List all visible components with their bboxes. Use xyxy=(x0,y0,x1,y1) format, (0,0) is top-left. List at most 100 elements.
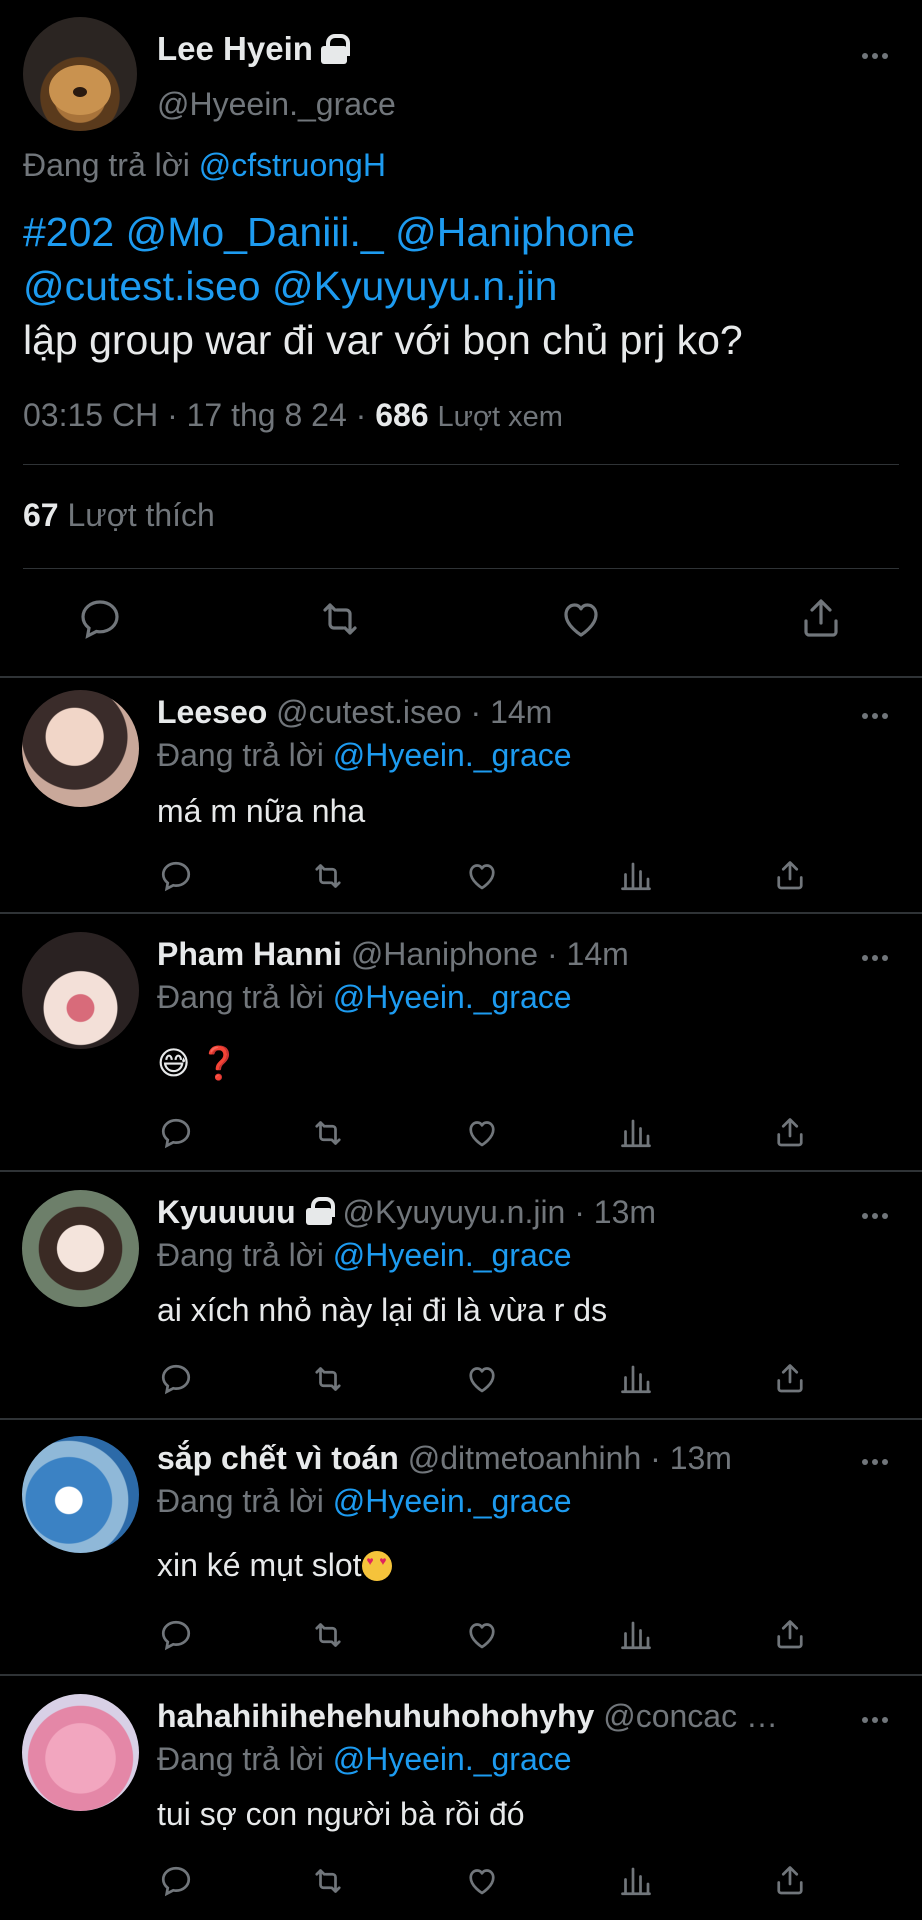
reply-author-handle[interactable]: @Kyuyuyu.n.jin xyxy=(343,1194,566,1230)
tweet-mentions-line2[interactable]: @cutest.iseo @Kyuyuyu.n.jin xyxy=(23,259,903,313)
reply-header: Leeseo @cutest.iseo · 14m xyxy=(157,694,847,731)
reply-tweet[interactable]: Kyuuuuu @Kyuyuyu.n.jin · 13m Đang trả lờ… xyxy=(0,1172,922,1418)
reply-tweet[interactable]: Pham Hanni @Haniphone · 14m Đang trả lời… xyxy=(0,914,922,1170)
reply-header: hahahihihehehuhuhohohyhy @concac … xyxy=(157,1698,847,1735)
views-icon[interactable] xyxy=(618,1115,654,1151)
reply-author-name[interactable]: hahahihihehehuhuhohohyhy xyxy=(157,1698,594,1734)
reply-author-name[interactable]: Kyuuuuu xyxy=(157,1194,296,1230)
reply-header: Kyuuuuu @Kyuyuyu.n.jin · 13m xyxy=(157,1194,847,1231)
like-icon[interactable] xyxy=(464,1115,500,1151)
lock-icon xyxy=(320,34,350,64)
likes-label: Lượt thích xyxy=(67,497,215,533)
like-icon[interactable] xyxy=(557,595,605,643)
views-icon[interactable] xyxy=(618,1863,654,1899)
tweet-timestamp[interactable]: 03:15 CH · 17 thg 8 24 · xyxy=(23,397,375,433)
reply-header: sắp chết vì toán @ditmetoanhinh · 13m xyxy=(157,1440,847,1477)
tweet-text: #202 @Mo_Daniii._ @Haniphone @cutest.ise… xyxy=(23,205,903,367)
reply-author-name[interactable]: Leeseo xyxy=(157,694,267,730)
divider xyxy=(23,464,899,465)
reply-time[interactable]: · 14m xyxy=(547,936,629,972)
share-icon[interactable] xyxy=(772,1115,808,1151)
tweet-meta: 03:15 CH · 17 thg 8 24 · 686 Lượt xem xyxy=(23,397,563,434)
reply-tweet[interactable]: hahahihihehehuhuhohohyhy @concac … Đang … xyxy=(0,1676,922,1920)
reply-author-handle[interactable]: @concac … xyxy=(603,1698,778,1734)
replying-to: Đang trả lời @Hyeein._grace xyxy=(157,1741,572,1777)
reply-actions xyxy=(0,1361,922,1401)
retweet-icon[interactable] xyxy=(316,595,364,643)
author-avatar[interactable] xyxy=(23,17,137,131)
like-icon[interactable] xyxy=(464,1361,500,1397)
replying-to: Đang trả lời @Hyeein._grace xyxy=(157,737,572,773)
replying-to: Đang trả lời @Hyeein._grace xyxy=(157,1237,572,1273)
reply-author-name[interactable]: Pham Hanni xyxy=(157,936,342,972)
reply-author-handle[interactable]: @cutest.iseo xyxy=(276,694,461,730)
share-icon[interactable] xyxy=(772,1863,808,1899)
retweet-icon[interactable] xyxy=(310,1617,346,1653)
reply-icon[interactable] xyxy=(158,1863,194,1899)
replying-to-link[interactable]: @Hyeein._grace xyxy=(333,737,572,773)
reply-icon[interactable] xyxy=(158,858,194,894)
replying-to-link[interactable]: @Hyeein._grace xyxy=(333,1237,572,1273)
reply-author-handle[interactable]: @ditmetoanhinh xyxy=(408,1440,642,1476)
reply-icon[interactable] xyxy=(158,1361,194,1397)
views-icon[interactable] xyxy=(618,858,654,894)
share-icon[interactable] xyxy=(772,858,808,894)
more-options-icon[interactable] xyxy=(862,1459,888,1465)
more-options-icon[interactable] xyxy=(862,53,888,59)
reply-avatar[interactable] xyxy=(22,1190,139,1307)
main-tweet: Lee Hyein @Hyeein._grace Đang trả lời @c… xyxy=(0,0,922,676)
reply-actions xyxy=(0,1115,922,1155)
author-handle[interactable]: @Hyeein._grace xyxy=(157,86,396,123)
reply-author-handle[interactable]: @Haniphone xyxy=(351,936,538,972)
reply-icon[interactable] xyxy=(76,595,124,643)
lock-icon xyxy=(304,1197,335,1225)
heart-eyes-emoji-icon xyxy=(361,1551,392,1581)
retweet-icon[interactable] xyxy=(310,1361,346,1397)
more-options-icon[interactable] xyxy=(862,713,888,719)
tweet-mentions-line1[interactable]: #202 @Mo_Daniii._ @Haniphone xyxy=(23,205,903,259)
reply-text: ai xích nhỏ này lại đi là vừa r ds xyxy=(157,1292,608,1328)
replying-to: Đang trả lời @cfstruongH xyxy=(23,147,386,183)
reply-time[interactable]: · 14m xyxy=(471,694,553,730)
reply-avatar[interactable] xyxy=(22,932,139,1049)
more-options-icon[interactable] xyxy=(862,1213,888,1219)
author-name[interactable]: Lee Hyein xyxy=(157,30,350,68)
reply-text: má m nữa nha xyxy=(157,793,366,829)
share-icon[interactable] xyxy=(797,595,845,643)
more-options-icon[interactable] xyxy=(862,1717,888,1723)
reply-icon[interactable] xyxy=(158,1617,194,1653)
replying-to-link[interactable]: @Hyeein._grace xyxy=(333,1483,572,1519)
replying-to: Đang trả lời @Hyeein._grace xyxy=(157,979,572,1015)
likes-count: 67 xyxy=(23,497,59,533)
like-icon[interactable] xyxy=(464,858,500,894)
reply-avatar[interactable] xyxy=(22,690,139,807)
reply-time[interactable]: · 13m xyxy=(574,1194,656,1230)
retweet-icon[interactable] xyxy=(310,858,346,894)
reply-author-name[interactable]: sắp chết vì toán xyxy=(157,1440,399,1476)
reply-avatar[interactable] xyxy=(22,1436,139,1553)
views-icon[interactable] xyxy=(618,1361,654,1397)
views-icon[interactable] xyxy=(618,1617,654,1653)
reply-icon[interactable] xyxy=(158,1115,194,1151)
likes-stat[interactable]: 67 Lượt thích xyxy=(23,497,215,534)
reply-actions xyxy=(0,1863,922,1903)
like-icon[interactable] xyxy=(464,1863,500,1899)
more-options-icon[interactable] xyxy=(862,955,888,961)
retweet-icon[interactable] xyxy=(310,1863,346,1899)
replying-to-link[interactable]: @Hyeein._grace xyxy=(333,979,572,1015)
replying-to-link[interactable]: @cfstruongH xyxy=(199,147,386,183)
reply-tweet[interactable]: Leeseo @cutest.iseo · 14m Đang trả lời @… xyxy=(0,678,922,912)
share-icon[interactable] xyxy=(772,1361,808,1397)
like-icon[interactable] xyxy=(464,1617,500,1653)
reply-text: xin ké mụt slot xyxy=(157,1547,392,1584)
replying-to: Đang trả lời @Hyeein._grace xyxy=(157,1483,572,1519)
divider xyxy=(23,568,899,569)
share-icon[interactable] xyxy=(772,1617,808,1653)
retweet-icon[interactable] xyxy=(310,1115,346,1151)
reply-time[interactable]: · 13m xyxy=(650,1440,732,1476)
reply-tweet[interactable]: sắp chết vì toán @ditmetoanhinh · 13m Đa… xyxy=(0,1420,922,1674)
replying-to-link[interactable]: @Hyeein._grace xyxy=(333,1741,572,1777)
reply-avatar[interactable] xyxy=(22,1694,139,1811)
reply-text: 😅 ❓ xyxy=(157,1045,240,1081)
reply-actions xyxy=(0,858,922,898)
